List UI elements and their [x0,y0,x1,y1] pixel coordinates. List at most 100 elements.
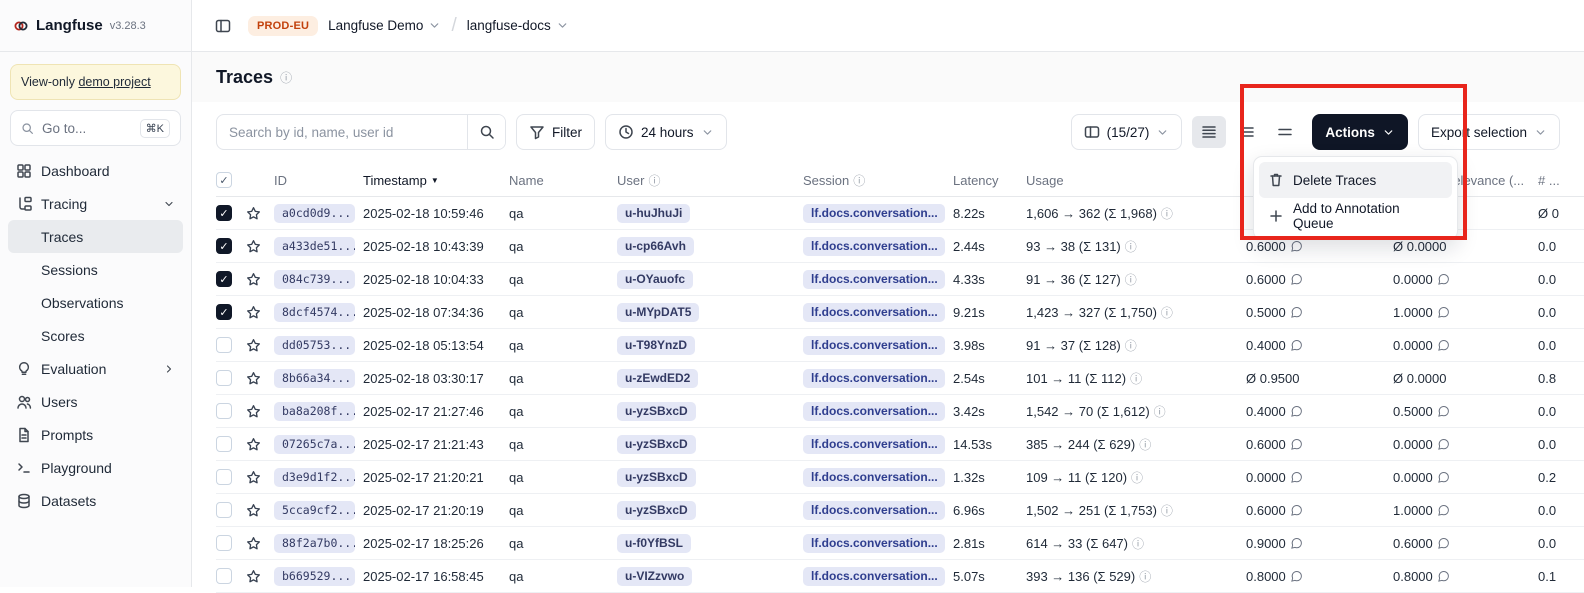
menu-item-delete-traces[interactable]: Delete Traces [1259,162,1452,198]
columns-button[interactable]: (15/27) [1071,114,1183,150]
session-badge[interactable]: lf.docs.conversation... [803,369,945,388]
session-badge[interactable]: lf.docs.conversation... [803,402,945,421]
trace-id-badge[interactable]: 07265c7a... [274,435,355,454]
sidebar-item-observations[interactable]: Observations [8,286,183,319]
menu-item-add-to-annotation-queue[interactable]: Add to Annotation Queue [1259,198,1452,234]
row-checkbox[interactable] [216,436,232,452]
row-checkbox[interactable] [216,535,232,551]
trace-id-badge[interactable]: 084c739... [274,270,355,289]
trace-id-badge[interactable]: d3e9d1f2... [274,468,355,487]
user-badge[interactable]: u-yzSBxcD [617,402,696,421]
favorite-star-icon[interactable] [246,536,261,551]
row-height-tall-button[interactable] [1268,116,1302,148]
column-header-name[interactable]: Name [509,173,617,188]
trace-id-badge[interactable]: ba8a208f... [274,402,355,421]
user-badge[interactable]: u-f0YfBSL [617,534,691,553]
session-badge[interactable]: lf.docs.conversation... [803,270,945,289]
trace-id-badge[interactable]: a433de51... [274,237,355,256]
column-header-id[interactable]: ID [274,173,363,188]
favorite-star-icon[interactable] [246,404,261,419]
session-badge[interactable]: lf.docs.conversation... [803,336,945,355]
session-badge[interactable]: lf.docs.conversation... [803,204,945,223]
column-header-latency[interactable]: Latency [953,173,1026,188]
trace-id-badge[interactable]: b669529... [274,567,355,586]
trace-id-badge[interactable]: a0cd0d9... [274,204,355,223]
row-checkbox[interactable] [216,370,232,386]
sidebar-item-sessions[interactable]: Sessions [8,253,183,286]
org-selector[interactable]: Langfuse Demo [328,18,441,33]
trace-id-badge[interactable]: 5cca9cf2... [274,501,355,520]
sidebar-toggle-button[interactable] [208,11,238,41]
column-header-user[interactable]: Userⓘ [617,172,803,189]
goto-button[interactable]: Go to... ⌘K [10,110,181,146]
trace-id-badge[interactable]: 8b66a34... [274,369,355,388]
favorite-star-icon[interactable] [246,305,261,320]
time-range-button[interactable]: 24 hours [605,114,727,150]
user-badge[interactable]: u-yzSBxcD [617,501,696,520]
table-row[interactable]: 07265c7a... 2025-02-17 21:21:43 qa u-yzS… [216,428,1584,461]
favorite-star-icon[interactable] [246,470,261,485]
user-badge[interactable]: u-OYauofc [617,270,693,289]
session-badge[interactable]: lf.docs.conversation... [803,567,945,586]
filter-button[interactable]: Filter [516,114,595,150]
row-checkbox[interactable] [216,568,232,584]
sidebar-item-scores[interactable]: Scores [8,319,183,352]
search-input[interactable] [217,115,467,149]
favorite-star-icon[interactable] [246,338,261,353]
row-checkbox[interactable]: ✓ [216,271,232,287]
row-checkbox[interactable] [216,469,232,485]
table-row[interactable]: 88f2a7b0... 2025-02-17 18:25:26 qa u-f0Y… [216,527,1584,560]
favorite-star-icon[interactable] [246,437,261,452]
user-badge[interactable]: u-huJhuJi [617,204,690,223]
session-badge[interactable]: lf.docs.conversation... [803,303,945,322]
sidebar-item-datasets[interactable]: Datasets [8,484,183,517]
column-header-count[interactable]: # ... [1538,173,1584,188]
user-badge[interactable]: u-cp66Avh [617,237,694,256]
favorite-star-icon[interactable] [246,503,261,518]
session-badge[interactable]: lf.docs.conversation... [803,468,945,487]
project-selector[interactable]: langfuse-docs [467,18,569,33]
column-header-session[interactable]: Sessionⓘ [803,172,953,189]
table-row[interactable]: 5cca9cf2... 2025-02-17 21:20:19 qa u-yzS… [216,494,1584,527]
demo-project-link[interactable]: demo project [78,75,150,89]
row-checkbox[interactable] [216,337,232,353]
row-checkbox[interactable]: ✓ [216,238,232,254]
search-button[interactable] [467,115,505,149]
table-row[interactable]: 8b66a34... 2025-02-18 03:30:17 qa u-zEwd… [216,362,1584,395]
row-checkbox[interactable]: ✓ [216,304,232,320]
column-header-timestamp[interactable]: Timestamp ▼ [363,173,509,188]
sidebar-item-tracing[interactable]: Tracing [8,187,183,220]
favorite-star-icon[interactable] [246,272,261,287]
user-badge[interactable]: u-VIZzvwo [617,567,692,586]
row-checkbox[interactable]: ✓ [216,205,232,221]
table-row[interactable]: ✓ 084c739... 2025-02-18 10:04:33 qa u-OY… [216,263,1584,296]
actions-button[interactable]: Actions [1312,114,1408,150]
session-badge[interactable]: lf.docs.conversation... [803,435,945,454]
sidebar-item-evaluation[interactable]: Evaluation [8,352,183,385]
user-badge[interactable]: u-T98YnzD [617,336,695,355]
trace-id-badge[interactable]: dd05753... [274,336,355,355]
export-selection-button[interactable]: Export selection [1418,114,1560,150]
table-row[interactable]: ✓ 8dcf4574... 2025-02-18 07:34:36 qa u-M… [216,296,1584,329]
row-height-medium-button[interactable] [1230,116,1264,148]
sidebar-item-dashboard[interactable]: Dashboard [8,154,183,187]
row-checkbox[interactable] [216,403,232,419]
favorite-star-icon[interactable] [246,569,261,584]
session-badge[interactable]: lf.docs.conversation... [803,237,945,256]
session-badge[interactable]: lf.docs.conversation... [803,534,945,553]
row-checkbox[interactable] [216,502,232,518]
user-badge[interactable]: u-yzSBxcD [617,468,696,487]
user-badge[interactable]: u-zEwdED2 [617,369,698,388]
sidebar-item-traces[interactable]: Traces [8,220,183,253]
trace-id-badge[interactable]: 8dcf4574... [274,303,355,322]
user-badge[interactable]: u-MYpDAT5 [617,303,699,322]
table-row[interactable]: b669529... 2025-02-17 16:58:45 qa u-VIZz… [216,560,1584,593]
table-row[interactable]: dd05753... 2025-02-18 05:13:54 qa u-T98Y… [216,329,1584,362]
sidebar-item-users[interactable]: Users [8,385,183,418]
select-all-checkbox[interactable]: ✓ [216,172,232,188]
favorite-star-icon[interactable] [246,206,261,221]
sidebar-item-prompts[interactable]: Prompts [8,418,183,451]
session-badge[interactable]: lf.docs.conversation... [803,501,945,520]
row-height-compact-button[interactable] [1192,116,1226,148]
favorite-star-icon[interactable] [246,239,261,254]
